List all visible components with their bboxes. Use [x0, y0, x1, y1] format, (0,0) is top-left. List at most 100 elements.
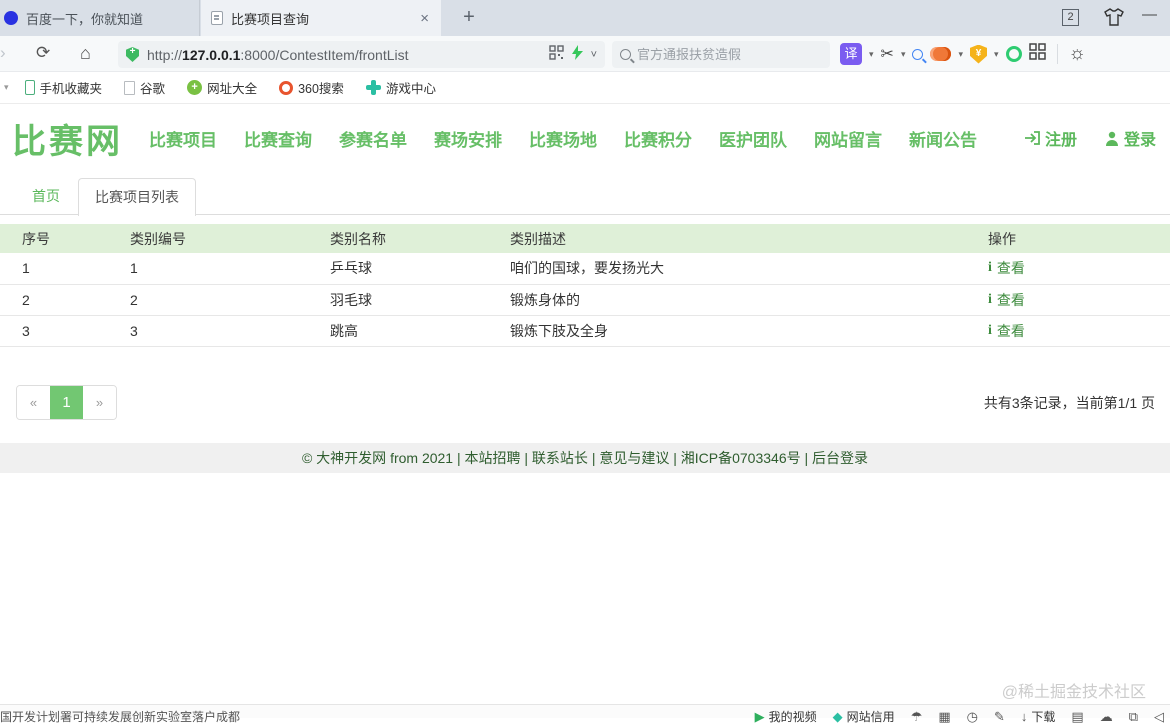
login-link[interactable]: 登录 — [1105, 126, 1156, 150]
credit-drop-icon: ◆ — [832, 708, 843, 724]
table-row: 3 3 跳高 锻炼下肢及全身 i 查看 — [0, 315, 1170, 347]
apps-grid-icon[interactable] — [1028, 43, 1046, 65]
bookmark-label: 360搜索 — [298, 82, 344, 96]
col-category-desc: 类别描述 — [488, 224, 966, 253]
360-ring-icon — [279, 80, 294, 95]
screenshot-scissors-icon[interactable]: ✂ — [881, 44, 894, 64]
forward-icon[interactable]: › — [0, 43, 6, 63]
security-shield-icon[interactable] — [126, 47, 139, 62]
brightness-icon[interactable]: ☼ — [1069, 43, 1086, 65]
contest-item-table: 序号 类别编号 类别名称 类别描述 操作 1 1 乒乓球 咱们的国球，要发扬光大… — [0, 224, 1170, 347]
translate-dropdown-icon[interactable]: ▾ — [869, 49, 874, 60]
cloud-item[interactable]: ☁ — [1100, 709, 1113, 725]
bookmarks-dropdown-icon[interactable]: ▾ — [4, 82, 9, 93]
browser-tab-baidu[interactable]: 百度一下，你就知道 — [0, 0, 200, 36]
nav-contest-query[interactable]: 比赛查询 — [244, 126, 312, 151]
bookmark-label: 游戏中心 — [385, 82, 436, 96]
home-icon[interactable]: ⌂ — [80, 43, 91, 64]
nav-venue-schedule[interactable]: 赛场安排 — [434, 126, 502, 151]
nav-contest-items[interactable]: 比赛项目 — [149, 126, 217, 151]
bookmark-mobile-favorites[interactable]: 手机收藏夹 — [19, 78, 109, 97]
wallet-dropdown-icon[interactable]: ▾ — [994, 49, 999, 60]
close-tab-icon[interactable]: × — [418, 10, 431, 27]
lightning-icon[interactable] — [571, 44, 583, 65]
site-header: 比赛网 比赛项目 比赛查询 参赛名单 赛场安排 比赛场地 比赛积分 医护团队 网… — [0, 104, 1170, 172]
auth-links: 注册 登录 — [1024, 126, 1156, 150]
media-item[interactable]: ▦ — [938, 709, 950, 725]
view-label: 查看 — [996, 260, 1025, 277]
browser-search-box[interactable] — [612, 41, 830, 68]
watermark: @稀土掘金技术社区 — [1001, 684, 1146, 701]
main-nav: 比赛项目 比赛查询 参赛名单 赛场安排 比赛场地 比赛积分 医护团队 网站留言 … — [149, 126, 977, 151]
content-tab-strip: 首页 比赛项目列表 — [0, 178, 1170, 216]
view-link[interactable]: i 查看 — [988, 258, 1025, 278]
browser-mode-icon[interactable] — [1005, 46, 1022, 62]
cell-seq: 2 — [0, 284, 108, 316]
theme-shirt-icon[interactable] — [1104, 8, 1124, 31]
nav-contest-venues[interactable]: 比赛场地 — [529, 126, 597, 151]
register-link[interactable]: 注册 — [1024, 126, 1077, 150]
tab-count-badge[interactable]: 2 — [1062, 9, 1079, 26]
page-search-icon[interactable] — [912, 48, 924, 60]
next-page-button[interactable]: » — [83, 386, 116, 419]
wallet-shield-icon[interactable]: ¥ — [970, 44, 987, 64]
clock-icon: ◷ — [966, 708, 978, 724]
status-label: 下载 — [1031, 710, 1056, 724]
screenshot-dropdown-icon[interactable]: ▾ — [901, 49, 906, 60]
window-item[interactable]: ⧉ — [1129, 709, 1138, 725]
site-credit-item[interactable]: ◆ 网站信用 — [833, 708, 895, 725]
bookmark-site-directory[interactable]: + 网址大全 — [181, 78, 263, 97]
bookmark-game-center[interactable]: 游戏中心 — [360, 78, 442, 97]
document-icon — [211, 11, 223, 25]
play-icon: ▶ — [754, 708, 765, 724]
my-videos-item[interactable]: ▶ 我的视频 — [755, 708, 817, 725]
register-icon — [1024, 131, 1040, 145]
umbrella-item[interactable]: ☂ — [911, 709, 923, 725]
speaker-icon: ◁ — [1154, 708, 1164, 724]
view-link[interactable]: i 查看 — [988, 290, 1025, 310]
cell-seq: 1 — [0, 253, 108, 285]
site-logo[interactable]: 比赛网 — [12, 114, 123, 163]
nav-medical-team[interactable]: 医护团队 — [719, 126, 787, 151]
browser-status-bar: 国开发计划署可持续发展创新实验室落户成都 ▶ 我的视频 ◆ 网站信用 ☂ ▦ ◷ ✎… — [0, 704, 1170, 724]
games-dropdown-icon[interactable]: ▾ — [958, 49, 963, 60]
tab-home[interactable]: 首页 — [16, 178, 76, 215]
page-1-button[interactable]: 1 — [50, 386, 83, 419]
cell-desc: 咱们的国球，要发扬光大 — [488, 253, 966, 285]
history-item[interactable]: ◷ — [967, 709, 978, 725]
nav-entry-list[interactable]: 参赛名单 — [339, 126, 407, 151]
view-link[interactable]: i 查看 — [988, 321, 1025, 341]
cell-code: 3 — [108, 315, 308, 347]
browser-search-input[interactable] — [637, 47, 807, 62]
qr-code-icon[interactable] — [548, 44, 564, 65]
cell-name: 羽毛球 — [308, 284, 488, 316]
download-item[interactable]: ↓ 下载 — [1021, 708, 1056, 725]
bookmark-360-search[interactable]: 360搜索 — [273, 78, 350, 97]
bookmark-label: 网址大全 — [207, 82, 258, 96]
sound-item[interactable]: ◁ — [1154, 709, 1164, 725]
nav-site-messages[interactable]: 网站留言 — [814, 126, 882, 151]
new-tab-button[interactable]: + — [455, 4, 483, 32]
col-actions: 操作 — [966, 224, 1170, 253]
edit-item[interactable]: ✎ — [994, 709, 1005, 725]
search-icon — [620, 49, 631, 60]
pen-icon: ✎ — [993, 708, 1005, 724]
games-icon[interactable] — [930, 47, 952, 61]
browser-tab-contest[interactable]: 比赛项目查询 × — [201, 0, 441, 36]
minimize-window-icon[interactable]: — — [1142, 6, 1157, 23]
address-bar[interactable]: http://127.0.0.1:8000/ContestItem/frontL… — [118, 41, 605, 68]
print-item[interactable]: ▤ — [1071, 709, 1083, 725]
reload-icon[interactable]: ⟳ — [36, 43, 50, 63]
url-text[interactable]: http://127.0.0.1:8000/ContestItem/frontL… — [147, 47, 541, 63]
nav-news[interactable]: 新闻公告 — [909, 126, 977, 151]
address-dropdown-icon[interactable]: ˅ — [591, 49, 597, 61]
prev-page-button[interactable]: « — [17, 386, 50, 419]
bookmark-google[interactable]: 谷歌 — [118, 78, 171, 97]
translate-icon[interactable]: 译 — [840, 43, 862, 65]
url-scheme: http:// — [147, 46, 183, 63]
user-icon — [1105, 131, 1118, 146]
tab-contest-item-list[interactable]: 比赛项目列表 — [78, 178, 196, 216]
nav-contest-scores[interactable]: 比赛积分 — [624, 126, 692, 151]
news-ticker[interactable]: 国开发计划署可持续发展创新实验室落户成都 — [0, 708, 240, 725]
col-category-name: 类别名称 — [308, 224, 488, 253]
